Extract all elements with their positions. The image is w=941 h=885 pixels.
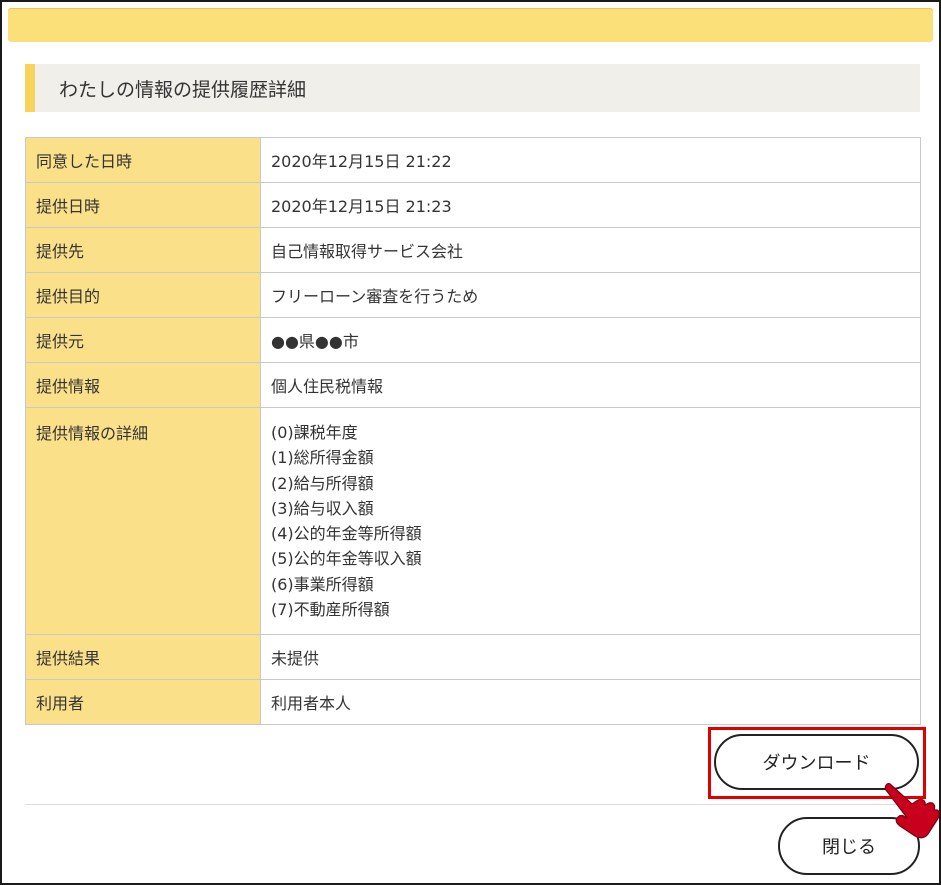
list-item: (7)不動産所得額	[271, 600, 390, 620]
row-value-user: 利用者本人	[260, 679, 921, 726]
table-row: 提供情報 個人住民税情報	[25, 362, 921, 408]
row-value-purpose: フリーローン審査を行うため	[260, 272, 921, 318]
row-label-recipient: 提供先	[25, 227, 261, 273]
list-item: (2)給与所得額	[271, 473, 374, 493]
row-label-purpose: 提供目的	[25, 272, 261, 318]
list-item: (4)公的年金等所得額	[271, 524, 422, 544]
list-item: (3)給与収入額	[271, 498, 374, 518]
list-item: (0)課税年度	[271, 423, 358, 442]
dialog-window: わたしの情報の提供履歴詳細 同意した日時 2020年12月15日 21:22 提…	[0, 0, 941, 885]
row-value-result: 未提供	[260, 634, 921, 681]
row-value-recipient: 自己情報取得サービス会社	[260, 227, 921, 273]
row-value-provision-datetime: 2020年12月15日 21:23	[260, 182, 921, 228]
row-value-consent-datetime: 2020年12月15日 21:22	[260, 137, 921, 183]
row-value-info-details: (0)課税年度 (1)総所得金額 (2)給与所得額 (3)給与収入額 (4)公的…	[260, 406, 921, 636]
row-value-source: ●●県●●市	[260, 317, 921, 363]
row-label-source: 提供元	[25, 317, 261, 363]
row-value-info: 個人住民税情報	[260, 362, 921, 408]
page-title: わたしの情報の提供履歴詳細	[59, 79, 307, 101]
row-label-result: 提供結果	[25, 634, 261, 681]
list-item: (6)事業所得額	[271, 574, 374, 594]
hand-pointer-icon	[884, 782, 940, 839]
table-row: 提供結果 未提供	[25, 634, 921, 681]
table-row: 利用者 利用者本人	[25, 679, 921, 726]
row-label-info: 提供情報	[25, 362, 261, 408]
page-title-box: わたしの情報の提供履歴詳細	[25, 64, 920, 112]
list-item: (1)総所得金額	[271, 448, 374, 468]
divider	[25, 804, 921, 805]
table-row: 提供先 自己情報取得サービス会社	[25, 227, 921, 273]
table-row: 提供目的 フリーローン審査を行うため	[25, 272, 921, 318]
row-label-consent-datetime: 同意した日時	[25, 137, 261, 183]
header-bar	[8, 8, 933, 42]
table-row: 提供情報の詳細 (0)課税年度 (1)総所得金額 (2)給与所得額 (3)給与収…	[25, 406, 921, 636]
detail-table: 同意した日時 2020年12月15日 21:22 提供日時 2020年12月15…	[25, 137, 921, 726]
table-row: 提供元 ●●県●●市	[25, 317, 921, 363]
table-row: 同意した日時 2020年12月15日 21:22	[25, 137, 921, 183]
table-row: 提供日時 2020年12月15日 21:23	[25, 182, 921, 228]
row-label-user: 利用者	[25, 679, 261, 726]
row-label-provision-datetime: 提供日時	[25, 182, 261, 228]
row-label-info-details: 提供情報の詳細	[25, 406, 261, 636]
list-item: (5)公的年金等収入額	[271, 549, 422, 569]
